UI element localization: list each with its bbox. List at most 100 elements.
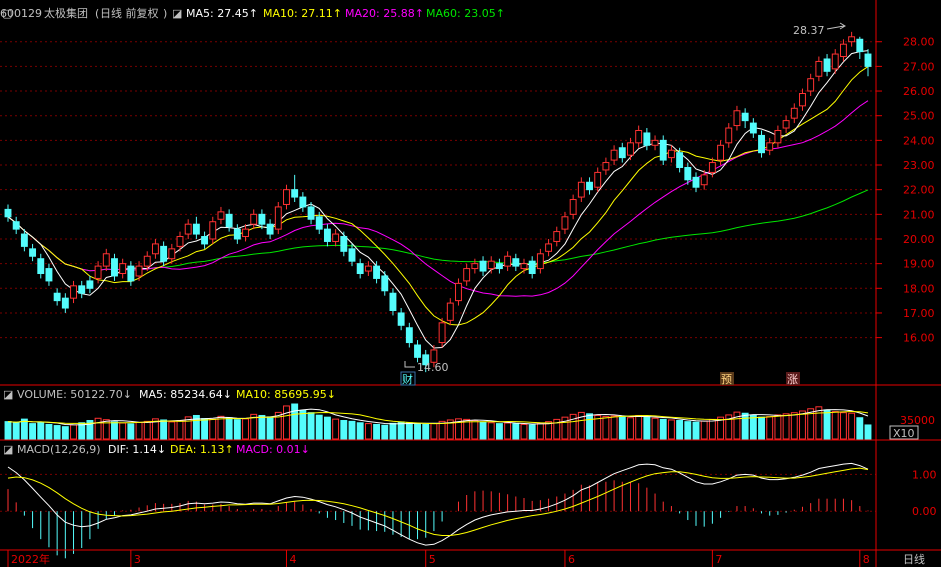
volume-bar[interactable] [242,418,249,440]
candle-body[interactable] [839,43,847,58]
candle-body[interactable] [520,263,528,270]
macd-panel[interactable] [7,462,869,559]
candle-body[interactable] [225,213,233,228]
volume-bar[interactable] [643,416,651,440]
candle-body[interactable] [799,93,806,107]
candle-body[interactable] [577,181,585,198]
volume-bar[interactable] [790,412,798,440]
volume-bar[interactable] [160,419,168,440]
candle-body[interactable] [717,144,725,161]
candle-body[interactable] [283,189,290,205]
volume-bar[interactable] [635,414,643,440]
volume-bar[interactable] [340,420,348,440]
candle-body[interactable] [749,122,757,134]
volume-bar[interactable] [53,425,61,440]
marker-cai[interactable]: 财 [402,372,413,386]
volume-unit[interactable]: X10 [893,427,915,440]
candle-body[interactable] [397,312,405,326]
candle-body[interactable] [340,236,348,252]
candle-body[interactable] [12,221,20,230]
stock-chart[interactable]: 16.00 17.00 18.00 19.00 20.00 21.00 22.00 23.00… [0,0,941,567]
volume-bar[interactable] [667,419,675,440]
candle-body[interactable] [561,216,569,230]
candle-body[interactable] [151,243,159,255]
volume-bar[interactable] [12,422,20,440]
candle-body[interactable] [643,132,651,146]
candle-body[interactable] [373,265,381,279]
candle-body[interactable] [659,139,667,161]
candle-body[interactable] [569,199,577,215]
candle-body[interactable] [594,171,602,188]
candle-body[interactable] [102,253,110,267]
volume-bar[interactable] [512,423,520,440]
volume-bar[interactable] [536,422,544,440]
candle-body[interactable] [242,228,249,238]
volume-bar[interactable] [504,422,512,440]
candle-body[interactable] [209,221,217,240]
volume-bar[interactable] [332,418,340,440]
candle-body[interactable] [45,268,53,282]
volume-bar[interactable] [414,423,421,440]
volume-bar[interactable] [831,411,839,440]
candle-body[interactable] [135,265,143,277]
volume-bar[interactable] [348,420,356,440]
candle-body[interactable] [553,231,561,242]
candle-body[interactable] [111,258,118,277]
candle-body[interactable] [684,166,692,181]
volume-bar[interactable] [815,406,823,440]
header-settings-icon[interactable]: ◪ [172,7,182,20]
candle-body[interactable] [86,280,94,289]
volume-bar[interactable] [856,417,864,440]
volume-bar[interactable] [823,409,831,440]
volume-bar[interactable] [610,415,618,440]
volume-settings-icon[interactable]: ◪ [3,388,13,401]
volume-bar[interactable] [209,418,217,440]
candle-body[interactable] [414,344,421,358]
candle-body[interactable] [201,236,209,245]
period-button[interactable]: 日线 [903,552,925,566]
candle-body[interactable] [700,174,708,186]
candle-body[interactable] [487,260,495,270]
marker-zhang[interactable]: 涨 [787,373,798,386]
candle-body[interactable] [725,127,733,144]
candle-body[interactable] [274,206,282,230]
volume-bar[interactable] [864,424,872,440]
candle-body[interactable] [192,223,200,235]
candles[interactable] [4,31,872,373]
candle-body[interactable] [479,260,487,272]
candle-body[interactable] [848,36,856,43]
candle-body[interactable] [618,147,626,159]
candle-body[interactable] [733,110,741,127]
volume-bar[interactable] [659,418,667,440]
volume-bar[interactable] [389,422,397,440]
volume-bar[interactable] [168,421,176,440]
volume-bar[interactable] [651,417,659,440]
candle-body[interactable] [233,228,241,240]
candle-body[interactable] [364,265,372,272]
candle-body[interactable] [471,263,479,270]
volume-bar[interactable] [201,418,209,440]
candle-body[interactable] [332,233,340,242]
candle-body[interactable] [676,152,684,168]
candle-body[interactable] [20,233,28,247]
volume-bar[interactable] [749,414,757,440]
candle-body[interactable] [455,282,462,302]
candle-body[interactable] [381,275,389,292]
candle-body[interactable] [405,327,413,344]
volume-bar[interactable] [217,415,225,440]
volume-bar[interactable] [495,423,503,440]
candle-body[interactable] [667,149,675,159]
volume-bar[interactable] [569,413,577,440]
volume-bar[interactable] [839,412,847,440]
candle-body[interactable] [856,38,864,53]
volume-bar[interactable] [364,423,372,440]
volume-bar[interactable] [799,410,806,440]
candle-body[interactable] [831,53,839,70]
candle-body[interactable] [495,263,503,270]
volume-bar[interactable] [225,417,233,440]
candle-body[interactable] [4,208,12,218]
volume-bar[interactable] [176,420,184,440]
candle-body[interactable] [94,265,102,279]
volume-bar[interactable] [20,418,28,440]
volume-bar[interactable] [135,421,143,440]
